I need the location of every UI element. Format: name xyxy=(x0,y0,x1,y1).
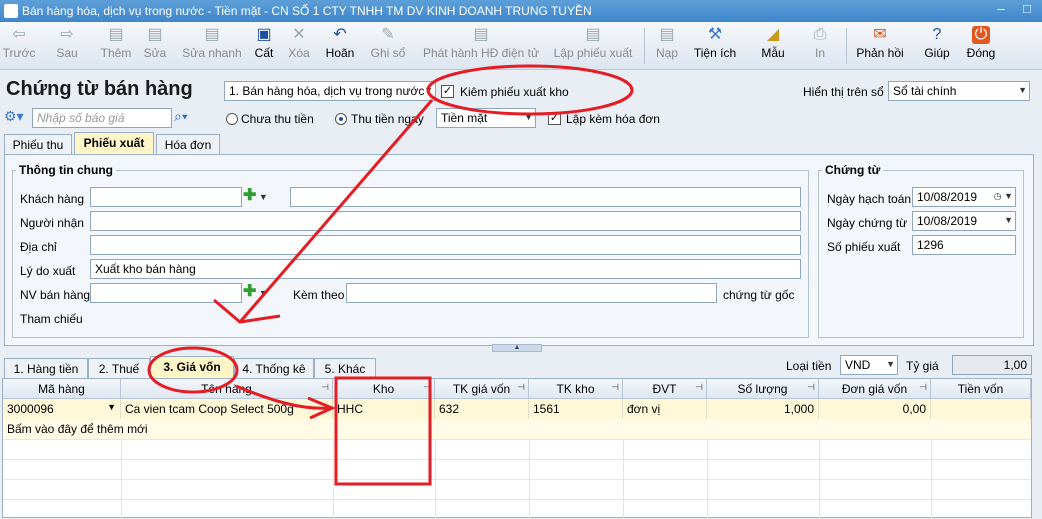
annotation-ellipse-gia-von xyxy=(147,346,239,394)
annotation-box-kho xyxy=(334,376,432,486)
annotation-overlay xyxy=(147,64,634,486)
annotation-ellipse-kiem-phieu xyxy=(426,64,634,116)
annotation-arrow-kho xyxy=(235,384,331,410)
annotation-arrow-line xyxy=(238,99,434,323)
annotation-arrowhead xyxy=(213,298,281,324)
